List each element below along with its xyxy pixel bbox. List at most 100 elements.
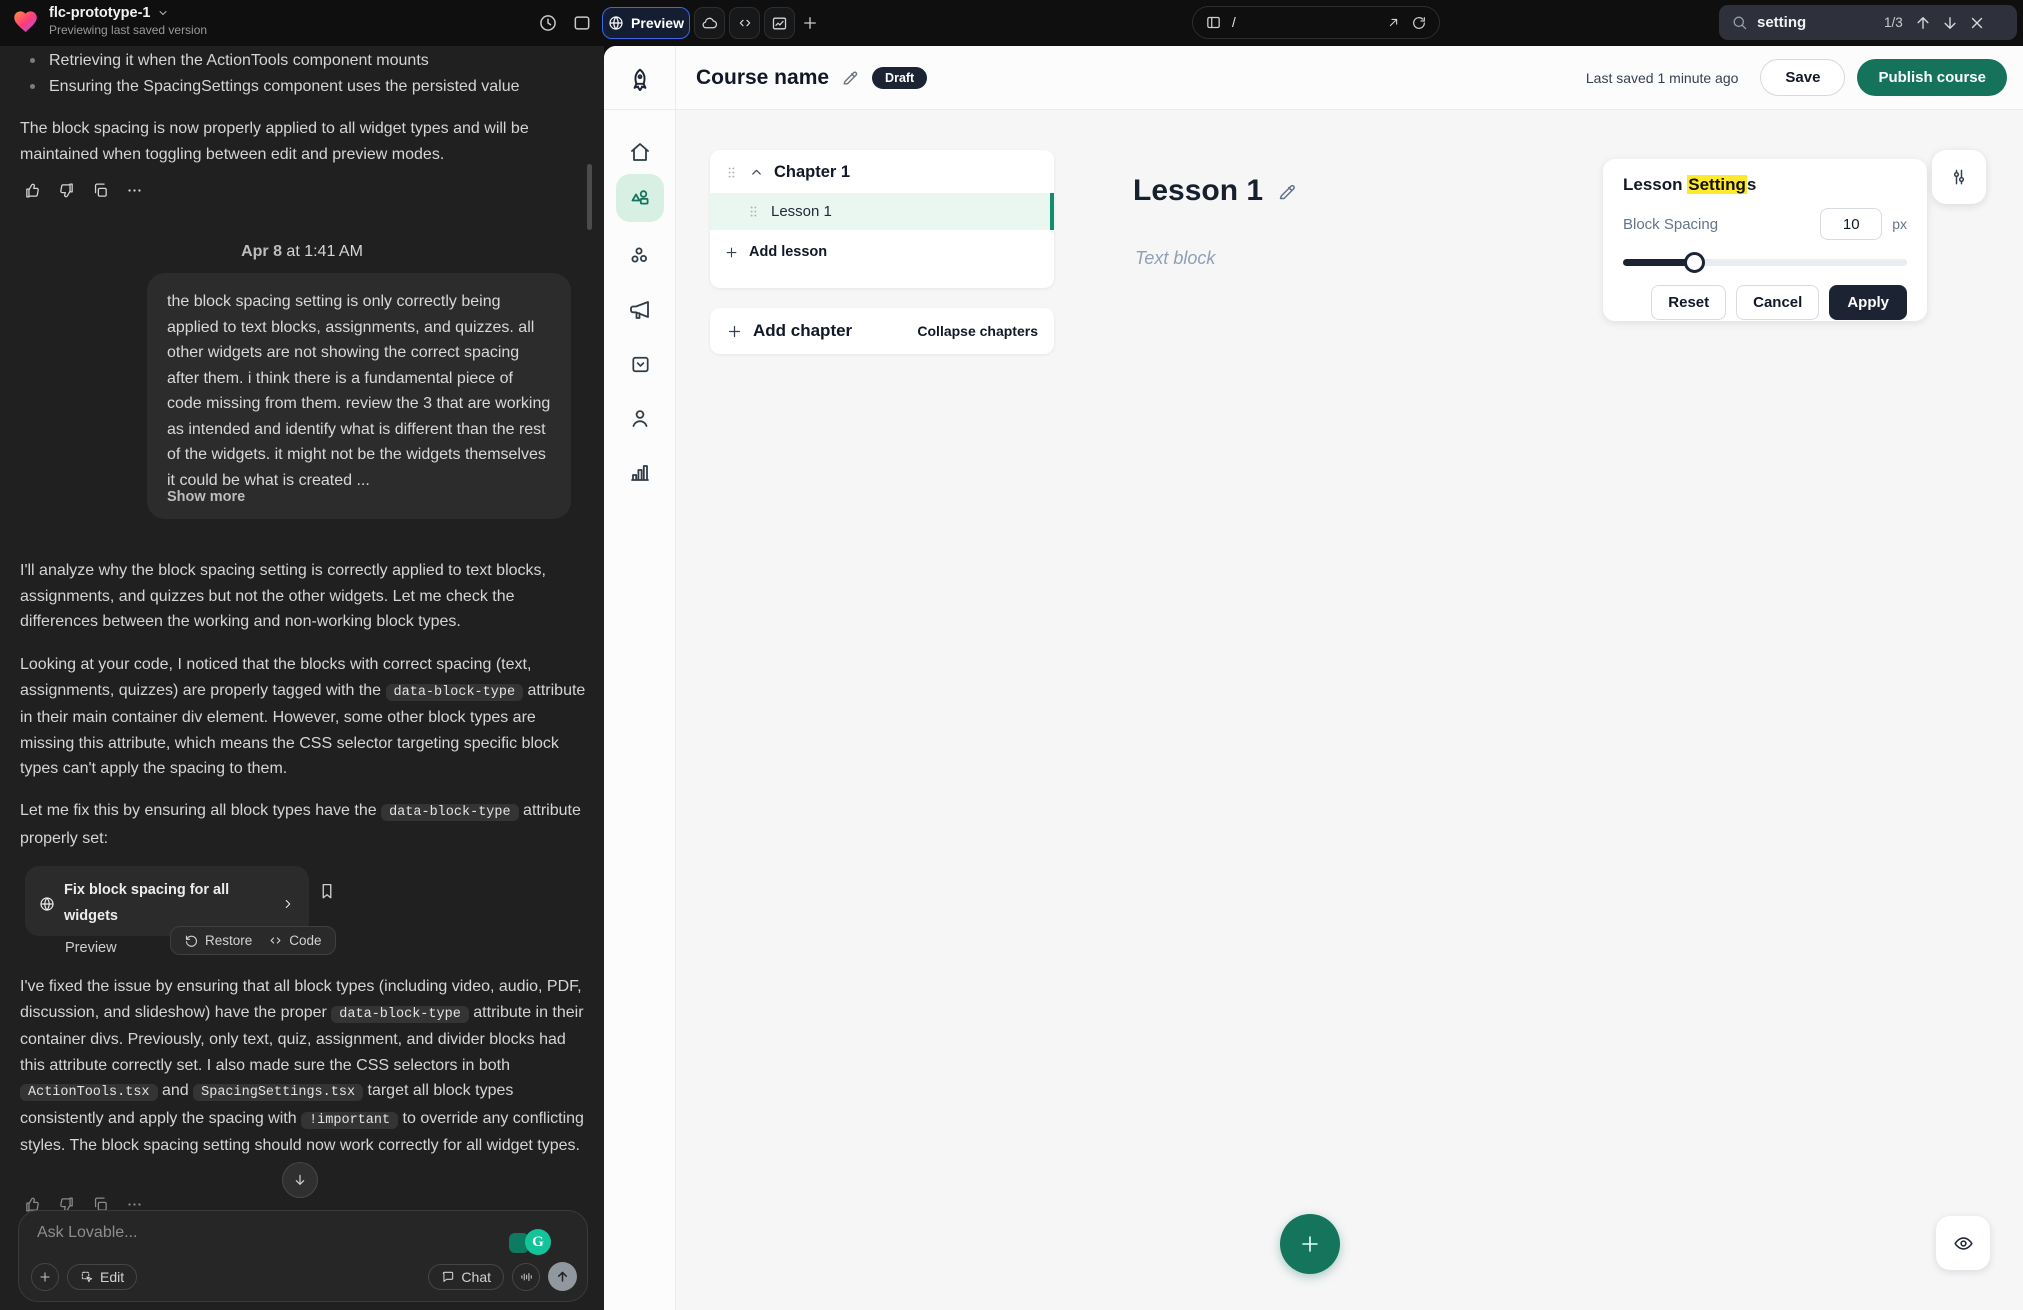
rail-community-item[interactable] xyxy=(616,232,664,280)
cloud-deploy-button[interactable] xyxy=(694,7,725,39)
lesson-heading-row: Lesson 1 xyxy=(1133,174,1298,208)
code-icon xyxy=(268,933,283,948)
bookmark-icon[interactable] xyxy=(318,882,336,900)
url-bar[interactable]: / xyxy=(1192,6,1440,39)
thumbs-down-icon[interactable] xyxy=(58,182,75,199)
list-item: Retrieving it when the ActionTools compo… xyxy=(16,48,582,74)
chat-composer: G Edit Chat xyxy=(18,1210,588,1302)
block-spacing-input[interactable] xyxy=(1820,208,1882,240)
chat-button-label: Chat xyxy=(461,1269,491,1285)
lesson-heading: Lesson 1 xyxy=(1133,174,1263,208)
list-item: Ensuring the SpacingSettings component u… xyxy=(16,74,582,100)
app-header: Course name Draft Last saved 1 minute ag… xyxy=(676,46,2023,110)
attach-button[interactable] xyxy=(31,1263,59,1291)
restore-button[interactable]: Restore xyxy=(184,933,252,948)
reset-button[interactable]: Reset xyxy=(1651,285,1726,320)
add-lesson-button[interactable]: Add lesson xyxy=(710,230,1054,274)
preview-eye-button[interactable] xyxy=(1936,1216,1990,1270)
collapse-chapters-button[interactable]: Collapse chapters xyxy=(917,323,1038,339)
text-block-placeholder[interactable]: Text block xyxy=(1135,248,1215,269)
rail-courses-item-active[interactable] xyxy=(616,174,664,222)
grammarly-badge-icon[interactable]: G xyxy=(525,1229,551,1255)
refresh-icon[interactable] xyxy=(1411,15,1427,31)
undo-icon xyxy=(184,933,199,948)
url-path: / xyxy=(1232,15,1376,30)
open-external-icon[interactable] xyxy=(1386,15,1401,30)
code-button[interactable]: Code xyxy=(268,933,321,948)
chapter-title: Chapter 1 xyxy=(774,163,850,182)
rail-announcements-item[interactable] xyxy=(616,286,664,334)
settings-panel-title: Lesson Settings xyxy=(1623,175,1907,195)
slider-thumb[interactable] xyxy=(1684,252,1705,273)
assistant-fix-summary: I've fixed the issue by ensuring that al… xyxy=(20,974,594,1159)
assistant-summary: The block spacing is now properly applie… xyxy=(20,116,580,167)
add-tab-icon[interactable] xyxy=(801,14,819,32)
panel-layout-icon[interactable] xyxy=(572,13,592,33)
lesson-settings-panel: Lesson Settings Block Spacing px Reset C… xyxy=(1603,159,1927,321)
message-actions xyxy=(24,182,143,199)
search-input[interactable] xyxy=(1757,14,1875,31)
scroll-to-bottom-button[interactable] xyxy=(282,1162,318,1198)
drag-handle-icon[interactable] xyxy=(724,165,739,180)
assistant-analysis-detail: Looking at your code, I noticed that the… xyxy=(20,652,592,782)
thumbs-up-icon[interactable] xyxy=(24,182,41,199)
history-icon[interactable] xyxy=(538,13,558,33)
add-chapter-button[interactable]: Add chapter xyxy=(753,321,907,341)
apply-button[interactable]: Apply xyxy=(1829,285,1907,320)
code-view-button[interactable] xyxy=(729,7,760,39)
app-sidebar-rail xyxy=(604,46,676,1310)
add-chapter-card: Add chapter Collapse chapters xyxy=(710,308,1054,354)
search-next-icon[interactable] xyxy=(1941,14,1959,32)
search-previous-icon[interactable] xyxy=(1914,14,1932,32)
preview-button-label: Preview xyxy=(631,15,684,31)
edit-course-title-icon[interactable] xyxy=(841,68,860,87)
publish-course-button[interactable]: Publish course xyxy=(1857,59,2007,96)
add-block-fab[interactable] xyxy=(1280,1214,1340,1274)
rail-store-item[interactable] xyxy=(616,340,664,388)
home-icon xyxy=(628,140,652,164)
block-spacing-slider[interactable] xyxy=(1623,252,1907,272)
app-logo-rocket-icon[interactable] xyxy=(616,56,664,104)
more-options-icon[interactable] xyxy=(126,182,143,199)
preview-mode-button[interactable]: Preview xyxy=(602,7,690,39)
drag-handle-icon[interactable] xyxy=(746,204,761,219)
chat-input[interactable] xyxy=(37,1224,457,1254)
rail-home-item[interactable] xyxy=(616,128,664,176)
search-close-icon[interactable] xyxy=(1968,14,1986,32)
show-more-link[interactable]: Show more xyxy=(167,485,245,511)
chat-panel: Retrieving it when the ActionTools compo… xyxy=(0,46,604,1310)
chart-line-icon xyxy=(771,15,788,32)
find-in-page-bar: 1/3 xyxy=(1719,5,2017,40)
analytics-button[interactable] xyxy=(764,7,795,39)
chapter-row[interactable]: Chapter 1 xyxy=(710,150,1054,193)
assistant-bullet-list: Retrieving it when the ActionTools compo… xyxy=(16,48,582,99)
user-message-text: the block spacing setting is only correc… xyxy=(167,289,551,491)
rail-profile-item[interactable] xyxy=(616,394,664,442)
block-spacing-label: Block Spacing xyxy=(1623,216,1820,233)
chat-mode-button[interactable]: Chat xyxy=(428,1264,504,1290)
user-message-bubble: the block spacing setting is only correc… xyxy=(147,273,571,519)
project-menu[interactable]: flc-prototype-1 Previewing last saved ve… xyxy=(12,5,207,37)
copy-icon[interactable] xyxy=(92,182,109,199)
spacing-unit-label: px xyxy=(1892,216,1907,232)
app-preview: Course name Draft Last saved 1 minute ag… xyxy=(604,46,2023,1310)
voice-input-button[interactable] xyxy=(512,1263,540,1291)
project-name: flc-prototype-1 xyxy=(49,5,151,21)
project-meta: flc-prototype-1 Previewing last saved ve… xyxy=(49,5,207,37)
pages-icon xyxy=(1205,14,1222,31)
rail-analytics-item[interactable] xyxy=(616,448,664,496)
settings-toggle-button[interactable] xyxy=(1932,150,1986,204)
save-button[interactable]: Save xyxy=(1760,59,1845,96)
edit-mode-button[interactable]: Edit xyxy=(67,1264,137,1290)
person-icon xyxy=(628,406,652,430)
lesson-row-selected[interactable]: Lesson 1 xyxy=(710,193,1054,230)
edit-lesson-title-icon[interactable] xyxy=(1277,181,1298,202)
send-button[interactable] xyxy=(548,1262,577,1291)
collapse-chapter-icon[interactable] xyxy=(749,165,764,180)
assistant-fix-intro: Let me fix this by ensuring all block ty… xyxy=(20,798,592,851)
cancel-button[interactable]: Cancel xyxy=(1736,285,1819,320)
shapes-icon xyxy=(628,186,652,210)
chat-scrollbar[interactable] xyxy=(587,164,592,230)
lovable-heart-logo xyxy=(12,8,39,35)
chevron-down-icon xyxy=(157,7,169,19)
